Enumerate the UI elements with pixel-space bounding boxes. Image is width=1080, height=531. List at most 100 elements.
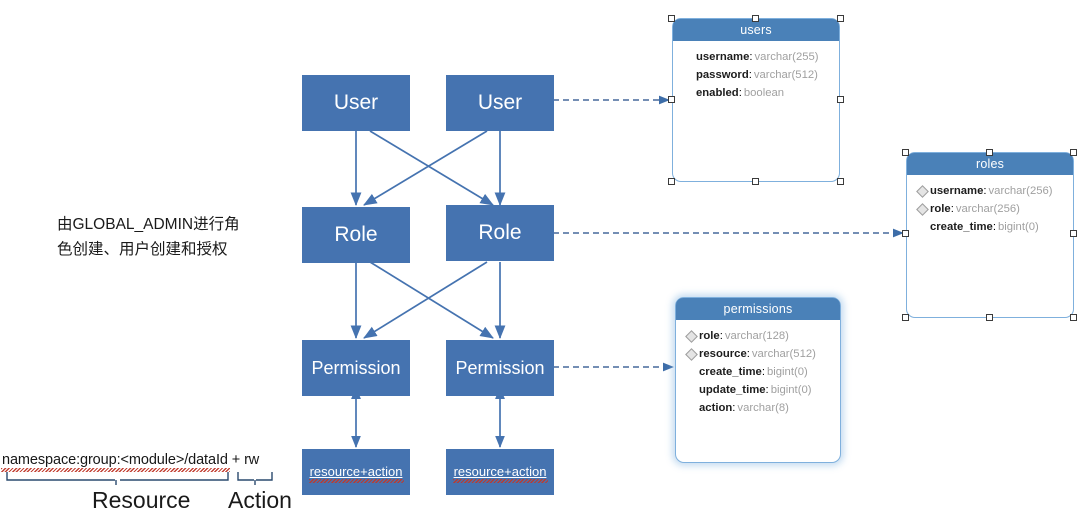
- table-row: action: varchar(8): [676, 399, 840, 417]
- column-name: update_time: [699, 384, 766, 396]
- table-row: enabled: boolean: [673, 84, 839, 102]
- column-type: varchar(128): [724, 330, 789, 342]
- table-row: create_time: bigint(0): [907, 218, 1073, 236]
- selection-handle-sw[interactable]: [902, 314, 909, 321]
- index-key-icon: [685, 384, 697, 396]
- index-key-icon: [916, 203, 928, 215]
- column-type: boolean: [743, 87, 785, 99]
- index-key-icon: [682, 69, 694, 81]
- column-name: username: [930, 185, 984, 197]
- column-colon: :: [732, 402, 736, 414]
- global-admin-note: 由GLOBAL_ADMIN进行角 色创建、用户创建和授权: [57, 212, 272, 262]
- table-row: create_time: bigint(0): [676, 363, 840, 381]
- resource-expression-action-part: rw: [244, 452, 260, 468]
- index-key-icon: [685, 366, 697, 378]
- entity-table-roles[interactable]: roles username: varchar(256) role: varch…: [906, 152, 1074, 318]
- selection-handle-sw[interactable]: [668, 178, 675, 185]
- selection-handle-n[interactable]: [986, 149, 993, 156]
- global-admin-note-line1: 由GLOBAL_ADMIN进行角: [57, 216, 240, 233]
- flow-box-role-left[interactable]: Role: [302, 207, 410, 263]
- column-colon: :: [765, 384, 769, 396]
- selection-handle-s[interactable]: [752, 178, 759, 185]
- index-key-icon: [685, 330, 697, 342]
- entity-table-users-header: users: [673, 19, 839, 41]
- index-key-icon: [916, 221, 928, 233]
- table-row: role: varchar(256): [907, 200, 1073, 218]
- selection-handle-se[interactable]: [1070, 314, 1077, 321]
- column-colon: :: [719, 330, 723, 342]
- column-type: varchar(512): [751, 348, 816, 360]
- column-type: varchar(512): [753, 69, 818, 81]
- column-type: varchar(255): [754, 51, 819, 63]
- column-name: password: [696, 69, 749, 81]
- flow-box-role-left-label: Role: [334, 222, 378, 246]
- entity-table-permissions[interactable]: permissions role: varchar(128) resource:…: [675, 297, 841, 463]
- index-key-icon: [916, 185, 928, 197]
- column-name: role: [699, 330, 720, 342]
- action-brace-icon: [237, 472, 273, 481]
- flow-box-permission-left-label: Permission: [311, 357, 401, 378]
- edge-userL-roleR: [369, 130, 494, 206]
- selection-handle-e[interactable]: [837, 96, 844, 103]
- column-type: varchar(256): [988, 185, 1053, 197]
- entity-table-users[interactable]: users username: varchar(255) password: v…: [672, 18, 840, 182]
- entity-table-permissions-name: permissions: [723, 302, 793, 316]
- selection-handle-nw[interactable]: [902, 149, 909, 156]
- resource-expression-plus: +: [227, 452, 245, 468]
- resource-expression: namespace:group:<module>/dataId + rw: [2, 452, 302, 468]
- resource-brace-icon: [6, 472, 229, 481]
- column-colon: :: [761, 366, 765, 378]
- column-name: resource: [699, 348, 747, 360]
- brace-label-resource: Resource: [92, 487, 191, 513]
- column-type: varchar(256): [955, 203, 1020, 215]
- global-admin-note-line2: 色创建、用户创建和授权: [57, 241, 228, 259]
- column-name: create_time: [699, 366, 762, 378]
- selection-handle-nw[interactable]: [668, 15, 675, 22]
- column-name: create_time: [930, 221, 993, 233]
- column-name: action: [699, 402, 733, 414]
- index-key-icon: [682, 51, 694, 63]
- flow-box-resource-action-right-label: resource+action: [452, 463, 549, 484]
- flow-box-user-right[interactable]: User: [446, 75, 554, 131]
- selection-handle-n[interactable]: [752, 15, 759, 22]
- table-row: update_time: bigint(0): [676, 381, 840, 399]
- column-colon: :: [950, 203, 954, 215]
- flow-box-resource-action-left[interactable]: resource+action: [302, 449, 410, 495]
- entity-table-users-name: users: [740, 23, 772, 37]
- selection-handle-s[interactable]: [986, 314, 993, 321]
- index-key-icon: [685, 348, 697, 360]
- flow-box-resource-action-right[interactable]: resource+action: [446, 449, 554, 495]
- table-row: role: varchar(128): [676, 327, 840, 345]
- selection-handle-e[interactable]: [1070, 230, 1077, 237]
- flow-box-permission-left[interactable]: Permission: [302, 340, 410, 396]
- column-name: role: [930, 203, 951, 215]
- entity-table-roles-name: roles: [975, 157, 1005, 171]
- selection-handle-ne[interactable]: [837, 15, 844, 22]
- entity-table-permissions-header: permissions: [676, 298, 840, 320]
- diagram-canvas: 由GLOBAL_ADMIN进行角 色创建、用户创建和授权 User User R…: [0, 0, 1080, 531]
- edge-roleL-permR: [369, 261, 494, 339]
- flow-box-permission-right-label: Permission: [455, 357, 545, 378]
- column-name: username: [696, 51, 750, 63]
- column-colon: :: [983, 185, 987, 197]
- selection-handle-w[interactable]: [902, 230, 909, 237]
- flow-box-user-right-label: User: [477, 90, 523, 114]
- selection-handle-ne[interactable]: [1070, 149, 1077, 156]
- table-row: username: varchar(255): [673, 48, 839, 66]
- edge-userR-roleL: [363, 130, 488, 206]
- entity-table-roles-header: roles: [907, 153, 1073, 175]
- selection-handle-w[interactable]: [668, 96, 675, 103]
- column-type: varchar(8): [737, 402, 789, 414]
- flow-box-user-left[interactable]: User: [302, 75, 410, 131]
- selection-handle-se[interactable]: [837, 178, 844, 185]
- index-key-icon: [682, 87, 694, 99]
- column-colon: :: [738, 87, 742, 99]
- column-type: bigint(0): [770, 384, 812, 396]
- flow-box-resource-action-left-label: resource+action: [308, 463, 405, 484]
- column-type: bigint(0): [766, 366, 808, 378]
- flow-box-permission-right[interactable]: Permission: [446, 340, 554, 396]
- flow-box-role-right[interactable]: Role: [446, 205, 554, 261]
- column-colon: :: [992, 221, 996, 233]
- table-row: password: varchar(512): [673, 66, 839, 84]
- flow-box-role-right-label: Role: [478, 220, 522, 244]
